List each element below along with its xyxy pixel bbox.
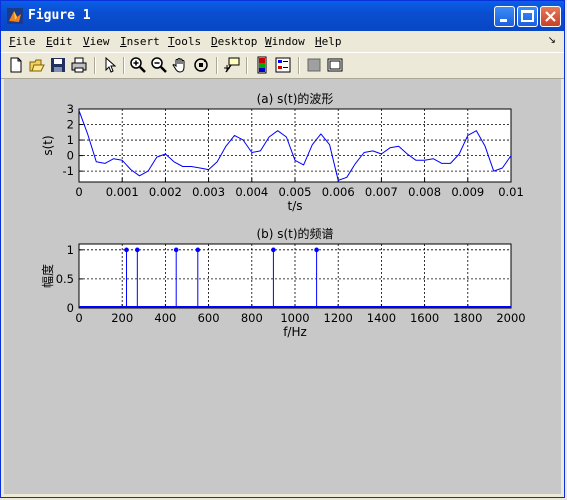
menu-window[interactable]: Window xyxy=(265,35,305,48)
x-tick-label: 0.001 xyxy=(106,185,139,199)
x-tick-label: 1000 xyxy=(280,311,309,325)
stem-marker xyxy=(124,247,129,253)
edit-plot-arrow-icon[interactable] xyxy=(100,56,118,74)
menu-desktop[interactable]: Desktop xyxy=(211,35,257,48)
dock-arrow-icon[interactable]: ↘ xyxy=(548,35,556,46)
menu-view[interactable]: View xyxy=(83,35,110,48)
menu-insert[interactable]: Insert xyxy=(120,35,160,48)
toolbar-separator xyxy=(123,57,125,74)
title-bar[interactable]: Figure 1 xyxy=(1,1,564,31)
x-axis-label: t/s xyxy=(288,199,303,213)
x-tick-label: 200 xyxy=(111,311,133,325)
rotate-3d-icon[interactable] xyxy=(192,56,210,74)
print-icon[interactable] xyxy=(70,56,88,74)
menu-bar: ↘ File Edit View Insert Tools Desktop Window He… xyxy=(1,31,564,52)
y-tick-label: 0.5 xyxy=(56,272,74,286)
toolbar-separator xyxy=(94,57,96,74)
stem-marker xyxy=(173,247,179,253)
menu-edit[interactable]: Edit xyxy=(46,35,73,48)
x-tick-label: 1200 xyxy=(324,311,353,325)
minimize-button[interactable] xyxy=(494,6,515,27)
x-tick-label: 0.002 xyxy=(149,185,182,199)
axes-1-title: (a) s(t)的波形 xyxy=(257,91,334,106)
toolbar-separator xyxy=(216,57,218,74)
new-figure-icon[interactable] xyxy=(7,56,25,74)
figure-axes-container: 0 0.001 0.002 0.003 0.004 0.005 0.006 0.007 0.00… xyxy=(40,91,526,339)
toolbar-separator xyxy=(246,57,248,74)
y-tick-label: 3 xyxy=(67,102,74,116)
y-axis-label: 幅度 xyxy=(40,264,55,288)
open-file-icon[interactable] xyxy=(28,56,46,74)
window-title: Figure 1 xyxy=(28,8,91,23)
stem-marker xyxy=(271,247,276,253)
x-tick-label: 400 xyxy=(154,311,176,325)
y-tick-label: 1 xyxy=(67,133,74,147)
pan-hand-icon[interactable] xyxy=(171,56,189,74)
stem-marker xyxy=(135,247,140,253)
y-tick-label: 0 xyxy=(67,301,74,315)
x-tick-label: 1600 xyxy=(410,311,439,325)
x-tick-label: 0.003 xyxy=(192,185,225,199)
y-tick-label: 1 xyxy=(67,243,74,257)
hide-plot-tools-icon[interactable] xyxy=(305,56,323,74)
close-icon xyxy=(545,11,556,22)
axes-2-title: (b) s(t)的频谱 xyxy=(256,226,333,241)
x-tick-label: 0.007 xyxy=(365,185,398,199)
x-tick-label: 0.009 xyxy=(451,185,484,199)
toolbar-separator xyxy=(298,57,300,74)
x-tick-label: 0.006 xyxy=(322,185,355,199)
x-tick-label: 0.005 xyxy=(279,185,312,199)
menu-file[interactable]: File xyxy=(9,35,36,48)
menu-tools[interactable]: Tools xyxy=(168,35,201,48)
y-axis-label: s(t) xyxy=(41,135,55,155)
zoom-in-icon[interactable] xyxy=(129,56,147,74)
minimize-icon xyxy=(500,19,507,22)
menu-help[interactable]: Help xyxy=(315,35,342,48)
insert-colorbar-icon[interactable] xyxy=(253,56,271,74)
stem-marker xyxy=(195,247,201,253)
save-icon[interactable] xyxy=(49,56,67,74)
zoom-out-icon[interactable] xyxy=(150,56,168,74)
figure-window: Figure 1 ↘ File Edit View Insert Tools Deskto… xyxy=(0,0,565,498)
matlab-icon xyxy=(7,8,23,24)
stem-marker xyxy=(314,247,319,253)
x-tick-label: 0 xyxy=(75,311,82,325)
maximize-icon xyxy=(521,10,534,22)
x-tick-label: 1800 xyxy=(453,311,482,325)
x-tick-label: 800 xyxy=(241,311,263,325)
x-tick-label: 0.004 xyxy=(235,185,268,199)
show-plot-tools-icon[interactable] xyxy=(326,56,344,74)
x-tick-label: 0.01 xyxy=(498,185,524,199)
y-tick-label: 0 xyxy=(67,149,74,163)
x-axis-label: f/Hz xyxy=(283,325,307,339)
x-tick-label: 2000 xyxy=(496,311,525,325)
close-button[interactable] xyxy=(540,6,561,27)
x-tick-label: 0 xyxy=(75,185,82,199)
figure-toolbar xyxy=(1,52,564,79)
y-tick-label: 2 xyxy=(67,118,74,132)
x-tick-label: 600 xyxy=(198,311,220,325)
figure-canvas: 0 0.001 0.002 0.003 0.004 0.005 0.006 0.007 0.00… xyxy=(4,79,561,494)
data-cursor-icon[interactable] xyxy=(223,56,241,74)
insert-legend-icon[interactable] xyxy=(274,56,292,74)
y-tick-label: -1 xyxy=(63,164,74,178)
maximize-button[interactable] xyxy=(517,6,538,27)
x-tick-label: 1400 xyxy=(367,311,396,325)
x-tick-label: 0.008 xyxy=(408,185,441,199)
